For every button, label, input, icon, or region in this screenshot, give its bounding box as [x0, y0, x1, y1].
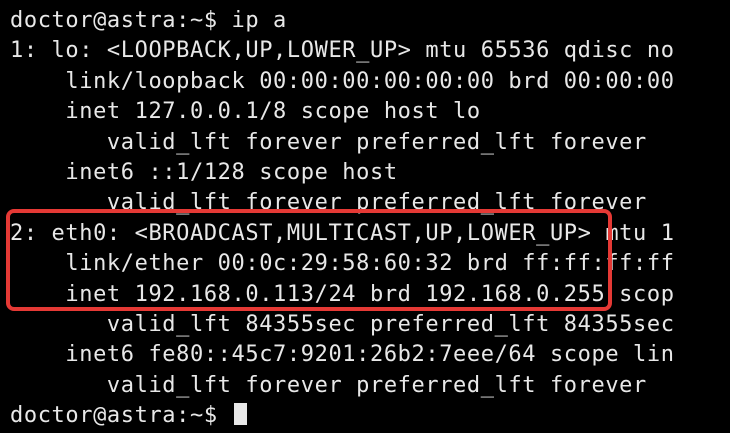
terminal-line-eth0-inet: inet 192.168.0.113/24 brd 192.168.0.255 …	[10, 281, 675, 307]
terminal-line-eth0-header: 2: eth0: <BROADCAST,MULTICAST,UP,LOWER_U…	[10, 220, 675, 246]
terminal-window[interactable]: doctor@astra:~$ ip a 1: lo: <LOOPBACK,UP…	[0, 0, 730, 433]
terminal-line-lo-link: link/loopback 00:00:00:00:00:00 brd 00:0…	[10, 68, 675, 94]
terminal-line-lo-inet-lft: valid_lft forever preferred_lft forever	[10, 129, 647, 155]
terminal-line-eth0-inet6: inet6 fe80::45c7:9201:26b2:7eee/64 scope…	[10, 342, 675, 368]
terminal-line-command: doctor@astra:~$ ip a	[10, 8, 287, 33]
terminal-line-eth0-inet-lft: valid_lft 84355sec preferred_lft 84355se…	[10, 311, 675, 337]
terminal-prompt: doctor@astra:~$	[10, 403, 232, 429]
terminal-line-lo-inet: inet 127.0.0.1/8 scope host lo	[10, 99, 481, 125]
terminal-line-lo-inet6-lft: valid_lft forever preferred_lft forever	[10, 190, 647, 216]
terminal-line-lo-inet6: inet6 ::1/128 scope host	[10, 159, 398, 185]
terminal-line-lo-header: 1: lo: <LOOPBACK,UP,LOWER_UP> mtu 65536 …	[10, 38, 675, 64]
terminal-output: doctor@astra:~$ ip a 1: lo: <LOOPBACK,UP…	[10, 6, 675, 431]
terminal-prompt-line[interactable]: doctor@astra:~$	[10, 401, 675, 431]
terminal-cursor[interactable]	[233, 403, 247, 426]
terminal-line-eth0-link: link/ether 00:0c:29:58:60:32 brd ff:ff:f…	[10, 251, 675, 277]
terminal-line-eth0-inet6-lft: valid_lft forever preferred_lft forever	[10, 372, 647, 398]
